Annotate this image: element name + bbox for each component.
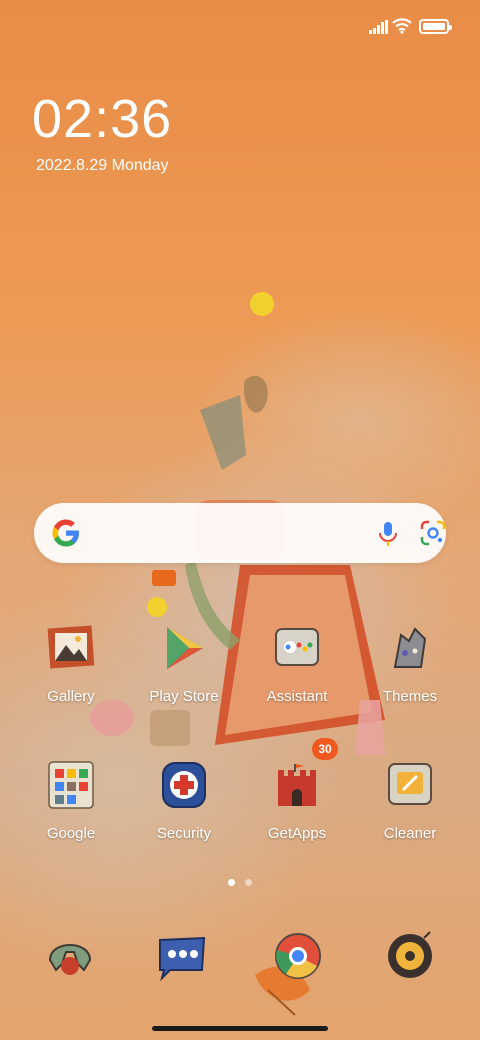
app-cleaner[interactable]: Cleaner — [355, 760, 465, 880]
assistant-icon — [275, 628, 319, 666]
app-google[interactable]: Google — [16, 760, 126, 880]
wifi-icon — [392, 18, 412, 34]
app-label: Gallery — [47, 688, 95, 705]
signal-icon — [369, 20, 388, 34]
app-themes[interactable]: Themes — [355, 623, 465, 743]
themes-icon — [393, 627, 427, 668]
app-play-store[interactable]: Play Store — [129, 623, 239, 743]
battery-icon — [419, 19, 452, 34]
clock-date[interactable]: 2022.8.29 Monday — [36, 157, 169, 175]
getapps-icon — [278, 764, 316, 806]
messages-icon[interactable] — [156, 930, 208, 982]
app-assistant[interactable]: Assistant — [242, 623, 352, 743]
app-label: Themes — [382, 688, 438, 705]
google-folder-icon — [48, 761, 94, 809]
clock-time[interactable]: 02:36 — [32, 92, 172, 146]
gallery-icon — [47, 625, 95, 669]
app-label: Security — [156, 825, 212, 842]
google-search-bar[interactable] — [34, 503, 446, 563]
app-label: Play Store — [149, 688, 219, 705]
page-indicator — [228, 879, 254, 887]
security-icon — [162, 762, 206, 808]
app-label: Assistant — [266, 688, 328, 705]
phone-icon[interactable] — [44, 930, 96, 982]
google-logo-icon — [52, 519, 79, 547]
camera-icon[interactable] — [384, 930, 436, 982]
cleaner-icon — [388, 763, 432, 805]
home-indicator[interactable] — [152, 1026, 328, 1031]
page-dot-inactive[interactable] — [245, 879, 252, 886]
app-label: GetApps — [267, 825, 327, 842]
microphone-icon[interactable] — [376, 521, 400, 547]
app-label: Google — [46, 825, 96, 842]
chrome-icon[interactable] — [272, 930, 324, 982]
play-store-icon — [167, 627, 203, 669]
status-bar — [0, 0, 480, 56]
google-lens-icon[interactable] — [420, 520, 446, 546]
app-security[interactable]: Security — [129, 760, 239, 880]
app-getapps[interactable]: GetApps — [242, 760, 352, 880]
app-label: Cleaner — [383, 825, 437, 842]
notification-badge: 30 — [312, 738, 338, 760]
page-dot-active[interactable] — [228, 879, 235, 886]
app-gallery[interactable]: Gallery — [16, 623, 126, 743]
